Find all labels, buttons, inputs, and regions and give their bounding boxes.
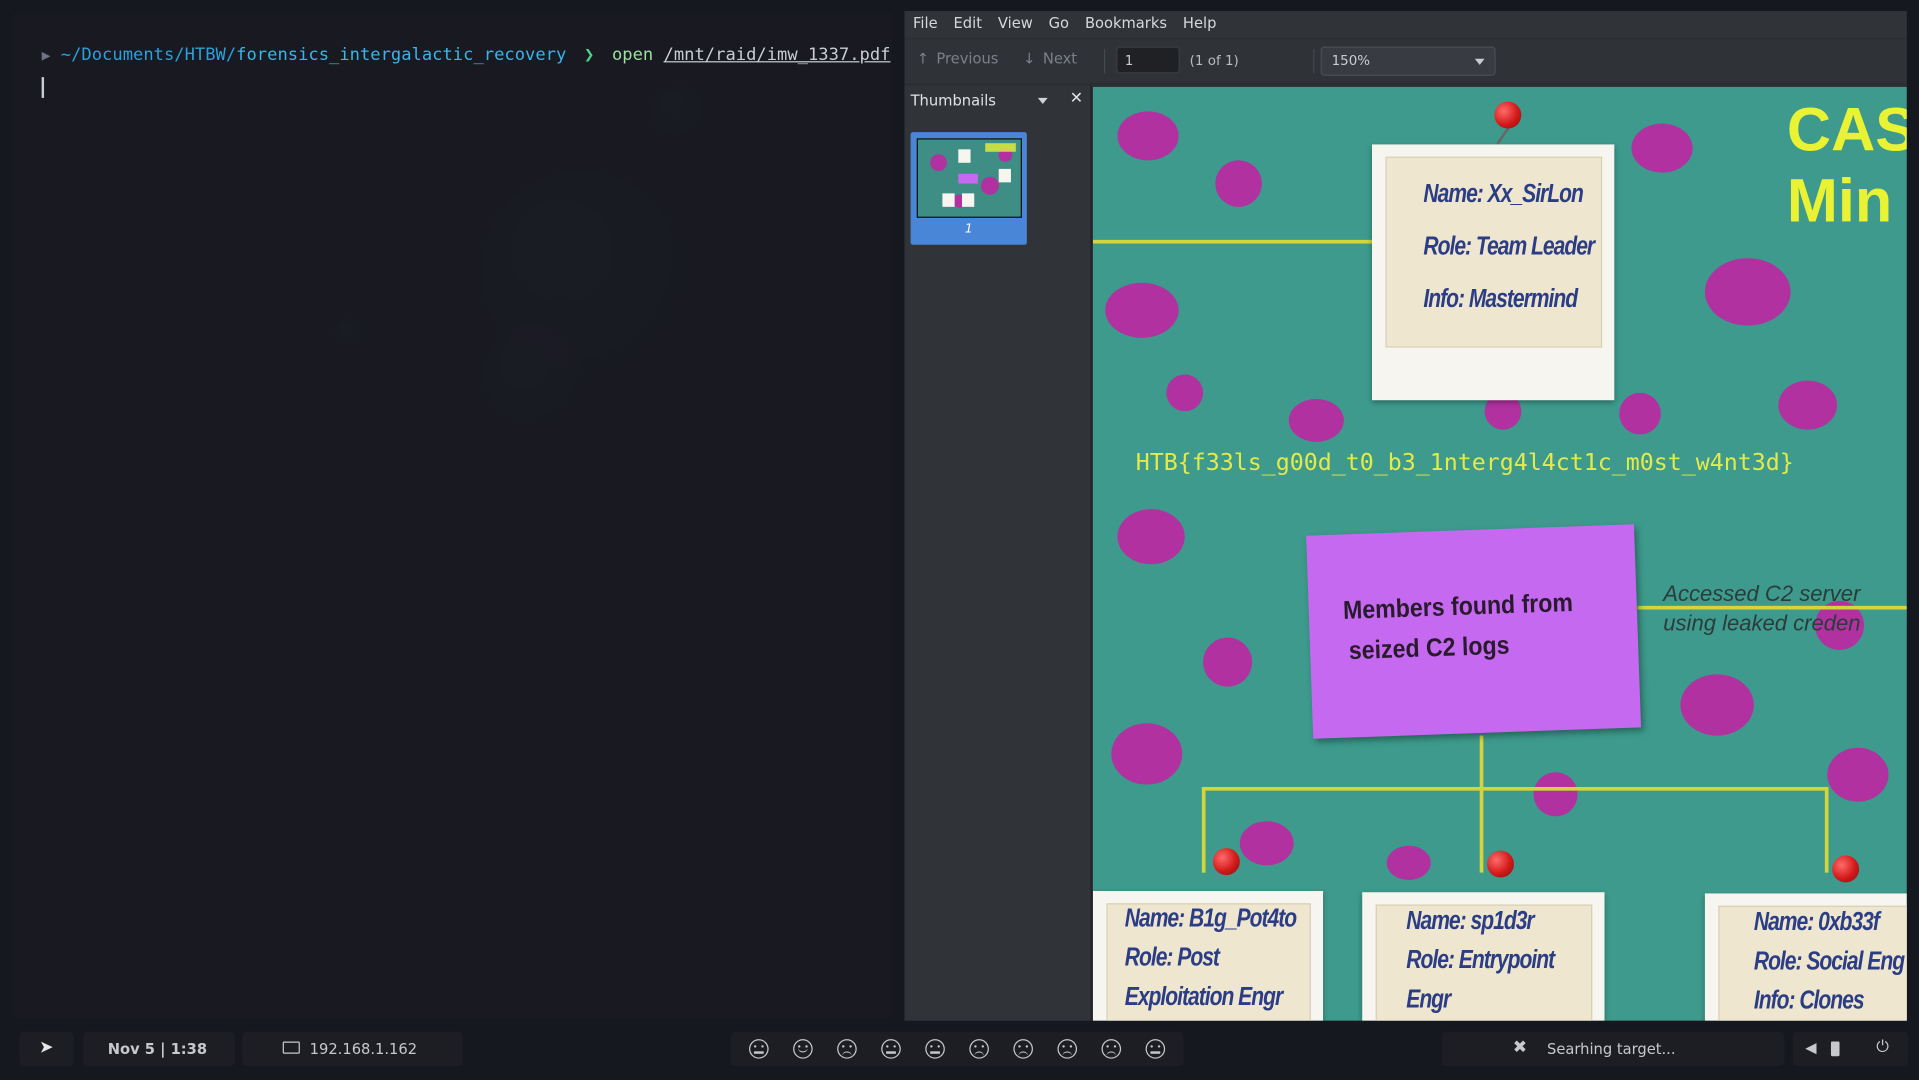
next-label: Next [1042, 50, 1078, 68]
power-icon[interactable]: ⏻ [1876, 1038, 1889, 1056]
command-text: open [611, 45, 654, 65]
workspace-10-neutral-face-icon[interactable] [1145, 1039, 1166, 1059]
member-info: Engr [1406, 985, 1451, 1014]
workspace-3-frown-face-icon[interactable] [837, 1039, 857, 1059]
next-button[interactable]: ↓ Next [1023, 50, 1077, 67]
document-viewer-window: File Edit View Go Bookmarks Help ↑ Previous ↓… [904, 11, 1907, 1021]
workspace-6-frown-face-icon[interactable] [969, 1039, 989, 1059]
sticky-line1: Members found from [1342, 588, 1574, 626]
member-name: Name: B1g_Pot4to [1124, 904, 1297, 933]
chevron-down-icon [1474, 58, 1485, 65]
member-info: Info: Clones [1753, 986, 1865, 1015]
page-thumbnail[interactable]: 1 [910, 132, 1027, 245]
workspace-5-neutral-face-icon[interactable] [925, 1039, 945, 1059]
crosshair-icon: ✖ [1512, 1037, 1528, 1058]
case-title-line1: CAS [1786, 95, 1907, 165]
launcher-icon: ➤ [39, 1037, 54, 1058]
pin-needle [1496, 127, 1510, 145]
menu-edit[interactable]: Edit [945, 11, 989, 32]
ip-address: 192.168.1.162 [309, 1040, 418, 1058]
member-info: Exploitation Engr [1124, 982, 1283, 1011]
leader-name: Name: Xx_SirLon [1423, 179, 1583, 209]
thumbnail-image [916, 138, 1022, 218]
launcher-button[interactable]: ➤ [19, 1031, 74, 1067]
menu-bar: File Edit View Go Bookmarks Help [904, 11, 1907, 38]
member-card: Name: B1g_Pot4to Role: Post Exploitation… [1092, 890, 1324, 1021]
menu-help[interactable]: Help [1174, 11, 1223, 32]
workspace-9-frown-face-icon[interactable] [1101, 1039, 1122, 1059]
prompt-path-prefix: ~/Documents/HTBW/ [60, 45, 237, 65]
menu-go[interactable]: Go [1040, 11, 1076, 32]
page-count: (1 of 1) [1189, 52, 1239, 69]
command-argument-link[interactable]: /mnt/raid/imw_1337.pdf [664, 45, 891, 65]
target-status-widget[interactable]: ✖ Searhing target... [1441, 1031, 1785, 1067]
arrow-up-icon: ↑ [916, 50, 930, 68]
workspace-7-frown-face-icon[interactable] [1013, 1039, 1033, 1059]
prompt-line: ▶ ~/Documents/HTBW/forensics_intergalact… [42, 45, 891, 65]
toolbar-separator [1103, 48, 1106, 74]
member-card: Name: sp1d3r Role: Entrypoint Engr [1362, 892, 1605, 1021]
sidebar: Thumbnails ✕ 1 [904, 85, 1092, 1021]
pushpin-icon [1212, 848, 1240, 876]
member-role: Role: Social Eng [1753, 947, 1905, 976]
sticky-note: Members found from seized C2 logs [1306, 524, 1642, 739]
member-name: Name: 0xb33f [1753, 908, 1880, 937]
member-name: Name: sp1d3r [1406, 906, 1534, 936]
text-cursor [41, 77, 45, 98]
leader-card: Name: Xx_SirLon Role: Team Leader Info: … [1371, 144, 1615, 401]
sidebar-mode-dropdown-icon[interactable] [1037, 97, 1048, 105]
c2-annotation: Accessed C2 server using leaked creden [1663, 579, 1860, 638]
workspace-4-neutral-face-icon[interactable] [881, 1039, 901, 1059]
prompt-arrow-icon: ❯ [583, 45, 595, 65]
pushpin-icon [1487, 850, 1514, 878]
battery-icon[interactable] [1830, 1041, 1840, 1057]
workspace-switcher [730, 1031, 1184, 1067]
datetime-text: Nov 5 | 1:38 [107, 1040, 208, 1058]
case-title-line2: Min [1786, 166, 1893, 235]
network-widget[interactable]: 192.168.1.162 [242, 1031, 463, 1067]
toolbar: ↑ Previous ↓ Next 1 (1 of 1) 150% [904, 39, 1907, 84]
page-number-input[interactable]: 1 [1116, 46, 1180, 74]
c2-note-line2: using leaked creden [1663, 610, 1861, 636]
clock-widget[interactable]: Nov 5 | 1:38 [83, 1031, 235, 1067]
close-icon[interactable]: ✕ [1070, 89, 1083, 107]
volume-icon[interactable]: ◀ [1805, 1039, 1816, 1056]
pushpin-icon [1494, 101, 1522, 129]
toolbar-separator [1313, 48, 1315, 74]
leader-role: Role: Team Leader [1423, 232, 1595, 261]
leader-info: Info: Mastermind [1423, 285, 1578, 314]
arrow-down-icon: ↓ [1023, 50, 1036, 68]
system-tray: ◀ ⏻ [1793, 1031, 1909, 1067]
c2-note-line1: Accessed C2 server [1663, 581, 1861, 606]
document-page[interactable]: CAS Min Name: Xx_SirLon Role: Team Leade… [1092, 86, 1907, 1021]
member-role: Role: Post [1124, 943, 1220, 972]
menu-view[interactable]: View [989, 11, 1040, 32]
sticky-line2: seized C2 logs [1348, 631, 1510, 666]
workspace-2-smile-face-icon[interactable] [793, 1039, 813, 1059]
member-role: Role: Entrypoint [1406, 946, 1555, 975]
status-text: Searhing target... [1547, 1040, 1676, 1058]
menu-file[interactable]: File [904, 11, 945, 32]
monitor-icon [282, 1041, 300, 1054]
case-title: CAS Min [1787, 94, 1907, 236]
member-card: Name: 0xb33f Role: Social Eng Info: Clon… [1704, 893, 1907, 1021]
terminal-icon: ▶ [41, 46, 51, 64]
workspace-8-frown-face-icon[interactable] [1057, 1039, 1078, 1059]
desktop: ▶ ~/Documents/HTBW/forensics_intergalact… [0, 0, 1919, 1079]
thumbnail-page-label: 1 [964, 222, 973, 237]
pushpin-icon [1832, 855, 1860, 883]
flag-text: HTB{f33ls_g00d_t0_b3_1nterg4l4ct1c_m0st_… [1135, 449, 1794, 477]
sidebar-header: Thumbnails ✕ [904, 86, 1090, 115]
zoom-select[interactable]: 150% [1320, 46, 1496, 76]
workspace-1-neutral-face-icon[interactable] [749, 1039, 769, 1059]
previous-button[interactable]: ↑ Previous [917, 50, 999, 67]
terminal-window[interactable]: ▶ ~/Documents/HTBW/forensics_intergalact… [12, 12, 893, 1019]
menu-bookmarks[interactable]: Bookmarks [1076, 11, 1174, 32]
zoom-value: 150% [1331, 52, 1371, 69]
prompt-path-dir: forensics_intergalactic_recovery [236, 45, 567, 65]
sidebar-title: Thumbnails [910, 91, 996, 109]
previous-label: Previous [936, 50, 999, 68]
